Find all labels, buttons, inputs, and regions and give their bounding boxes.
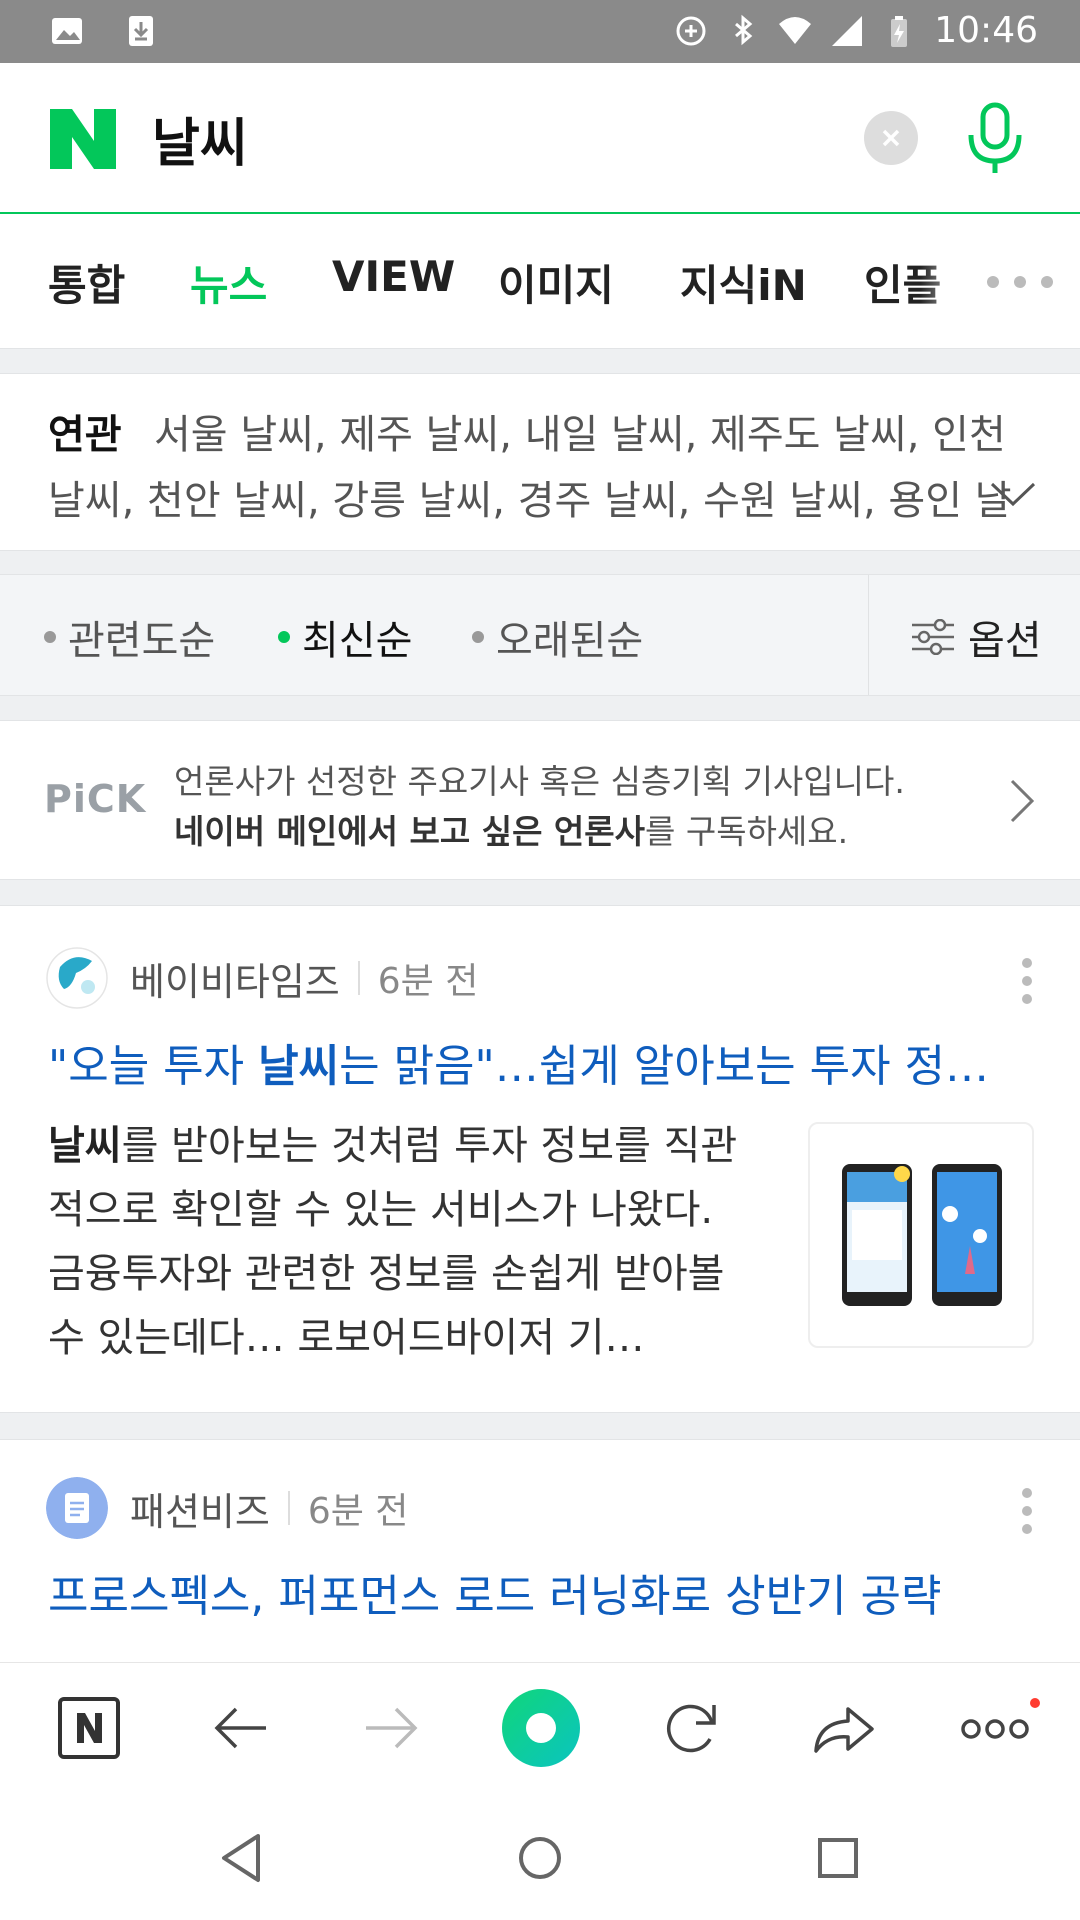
pick-description: 언론사가 선정한 주요기사 혹은 심층기획 기사입니다. xyxy=(174,762,905,801)
status-bar: 10:46 xyxy=(0,0,1080,63)
notification-dot xyxy=(1030,1698,1040,1708)
pick-subscribe-text: 네이버 메인에서 보고 싶은 언론사를 구독하세요. xyxy=(174,812,849,851)
press-info[interactable]: 베이비타임즈 6분 전 xyxy=(46,946,478,1010)
press-avatar xyxy=(46,1477,108,1539)
share-icon[interactable] xyxy=(808,1693,878,1763)
article-summary[interactable]: 날씨를 받아보는 것처럼 투자 정보를 직관적으로 확인할 수 있는 서비스가 … xyxy=(48,1114,758,1370)
more-options-icon[interactable] xyxy=(1020,956,1034,1006)
forward-arrow-icon[interactable] xyxy=(356,1693,426,1763)
wifi-icon xyxy=(779,16,812,44)
search-header: 날씨 xyxy=(0,63,1080,214)
nav-back-icon[interactable] xyxy=(214,1830,270,1886)
press-avatar xyxy=(46,947,108,1009)
news-article: 베이비타임즈 6분 전 "오늘 투자 날씨는 맑음"…쉽게 알아보는 투자 정…… xyxy=(0,906,1080,1412)
microphone-icon[interactable] xyxy=(965,101,1025,179)
article-thumbnail[interactable] xyxy=(808,1122,1034,1348)
nav-recents-icon[interactable] xyxy=(810,1830,866,1886)
article-title[interactable]: 프로스펙스, 퍼포먼스 로드 러닝화로 상반기 공략 xyxy=(48,1560,1038,1624)
browser-toolbar xyxy=(0,1662,1080,1792)
battery-icon xyxy=(891,15,908,47)
download-icon xyxy=(129,16,153,46)
naver-home-icon[interactable] xyxy=(54,1693,124,1763)
more-tabs-icon[interactable] xyxy=(985,274,1055,290)
search-tabs: 통합 뉴스 VIEW 이미지 지식iN 인플 xyxy=(0,214,1080,348)
clear-button[interactable] xyxy=(864,111,918,165)
more-menu-icon[interactable] xyxy=(960,1693,1030,1763)
tab-images[interactable]: 이미지 xyxy=(498,252,614,313)
phone-screens-image xyxy=(842,1164,1002,1306)
pick-banner[interactable]: PiCK 언론사가 선정한 주요기사 혹은 심층기획 기사입니다. 네이버 메인… xyxy=(0,721,1080,879)
back-arrow-icon[interactable] xyxy=(206,1693,276,1763)
data-saver-icon xyxy=(676,16,706,45)
tab-kin[interactable]: 지식iN xyxy=(680,252,807,313)
gallery-icon xyxy=(52,18,82,44)
sort-oldest[interactable]: 오래된순 xyxy=(472,608,643,666)
pick-logo: PiCK xyxy=(44,777,147,821)
sort-latest[interactable]: 최신순 xyxy=(278,608,412,666)
article-title[interactable]: "오늘 투자 날씨는 맑음"…쉽게 알아보는 투자 정… xyxy=(48,1030,1038,1094)
related-label: 연관 xyxy=(48,412,122,458)
search-input[interactable]: 날씨 xyxy=(152,101,248,176)
chevron-down-icon[interactable] xyxy=(990,480,1036,508)
options-button[interactable]: 옵션 xyxy=(912,608,1042,666)
refresh-icon[interactable] xyxy=(656,1693,726,1763)
more-options-icon[interactable] xyxy=(1020,1486,1034,1536)
close-icon xyxy=(882,129,900,147)
bluetooth-icon xyxy=(735,14,753,45)
naver-logo-icon[interactable] xyxy=(50,109,116,169)
tab-view[interactable]: VIEW xyxy=(332,252,455,301)
related-keywords: 서울 날씨, 제주 날씨, 내일 날씨, 제주도 날씨, 인천 날씨, 천안 날… xyxy=(0,374,1080,550)
clock: 10:46 xyxy=(934,10,1038,51)
sort-bar: 관련도순 최신순 오래된순 옵션 xyxy=(0,575,1080,695)
tab-news[interactable]: 뉴스 xyxy=(190,252,267,313)
tab-all[interactable]: 통합 xyxy=(48,252,125,313)
sort-relevance[interactable]: 관련도순 xyxy=(44,608,215,666)
nav-home-icon[interactable] xyxy=(512,1830,568,1886)
signal-icon xyxy=(832,15,863,46)
press-info[interactable]: 패션비즈 6분 전 xyxy=(46,1476,408,1540)
green-dot-button[interactable] xyxy=(502,1689,580,1767)
chevron-right-icon xyxy=(1010,779,1035,823)
news-article: 패션비즈 6분 전 프로스펙스, 퍼포먼스 로드 러닝화로 상반기 공략 xyxy=(0,1440,1080,1662)
sliders-icon xyxy=(912,619,954,655)
related-keywords-list[interactable]: 서울 날씨, 제주 날씨, 내일 날씨, 제주도 날씨, 인천 날씨, 천안 날… xyxy=(48,402,1018,534)
system-nav-bar xyxy=(0,1792,1080,1920)
